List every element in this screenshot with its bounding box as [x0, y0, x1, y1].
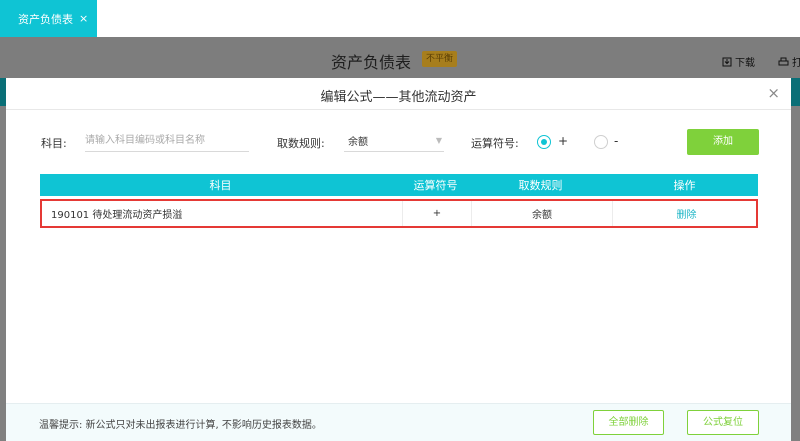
subject-search-input[interactable] — [85, 130, 249, 152]
row-subject: 190101 待处理流动资产损溢 — [42, 201, 403, 226]
rule-select[interactable]: 余额 ▼ — [344, 130, 444, 152]
row-action-cell: 删除 — [613, 201, 760, 226]
rule-select-value: 余额 — [348, 137, 368, 148]
reset-formula-button[interactable]: 公式复位 — [687, 410, 759, 435]
tab-balance-sheet[interactable]: 资产负债表 × — [0, 0, 97, 37]
subject-label: 科目: — [41, 137, 67, 150]
dialog-footer: 温馨提示: 新公式只对未出报表进行计算, 不影响历史报表数据。 全部删除 公式复… — [6, 403, 791, 441]
download-button[interactable]: 下载 — [722, 54, 755, 69]
table-header: 科目 运算符号 取数规则 操作 — [40, 174, 758, 196]
operator-minus-radio[interactable] — [594, 135, 608, 149]
chevron-down-icon: ▼ — [435, 136, 442, 145]
column-header-subject: 科目 — [209, 179, 232, 192]
operator-label: 运算符号: — [471, 137, 519, 150]
row-rule: 余额 — [472, 201, 613, 226]
dialog-title: 编辑公式——其他流动资产 — [320, 90, 477, 105]
page-title: 资产负债表 — [331, 53, 412, 72]
tab-label: 资产负债表 — [18, 12, 73, 26]
balance-status-badge: 不平衡 — [422, 51, 458, 67]
rule-label: 取数规则: — [277, 137, 325, 150]
dialog-header: 编辑公式——其他流动资产 × — [6, 78, 791, 110]
formula-table: 科目 运算符号 取数规则 操作 190101 待处理流动资产损溢 + 余额 删除 — [40, 174, 758, 228]
tab-bar: 资产负债表 × — [0, 0, 800, 37]
column-header-operator: 运算符号 — [413, 179, 458, 192]
operator-minus-label: - — [614, 134, 619, 148]
close-icon[interactable]: × — [767, 84, 780, 102]
printer-icon — [778, 57, 789, 65]
tab-close-icon[interactable]: × — [79, 12, 88, 25]
operator-plus-label: + — [558, 134, 569, 148]
row-operator: + — [403, 201, 472, 226]
tip-text: 温馨提示: 新公式只对未出报表进行计算, 不影响历史报表数据。 — [39, 420, 322, 431]
add-button[interactable]: 添加 — [687, 129, 759, 155]
print-label: 打 — [792, 58, 800, 69]
download-icon — [722, 57, 732, 66]
table-row: 190101 待处理流动资产损溢 + 余额 删除 — [40, 199, 758, 228]
column-header-rule: 取数规则 — [518, 179, 563, 192]
column-header-action: 操作 — [673, 179, 696, 192]
delete-all-button[interactable]: 全部删除 — [593, 410, 664, 435]
delete-row-link[interactable]: 删除 — [677, 206, 697, 221]
download-label: 下载 — [735, 58, 755, 69]
operator-plus-radio[interactable] — [537, 135, 551, 149]
edit-formula-dialog: 编辑公式——其他流动资产 × 科目: 取数规则: 余额 ▼ 运算符号: + - … — [6, 78, 791, 441]
print-button[interactable]: 打 — [778, 54, 800, 69]
